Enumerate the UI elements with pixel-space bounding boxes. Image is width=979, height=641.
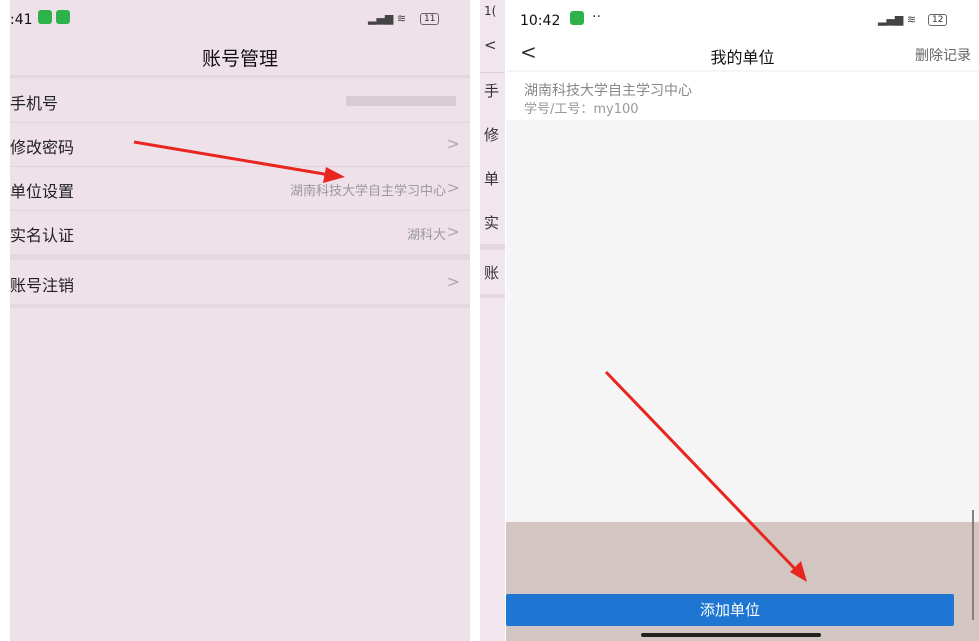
- arrow-line: [604, 370, 800, 574]
- arrow-head: [323, 167, 345, 183]
- arrow-head: [790, 561, 807, 582]
- arrow-line: [133, 140, 331, 177]
- annotation-arrows: [133, 140, 807, 582]
